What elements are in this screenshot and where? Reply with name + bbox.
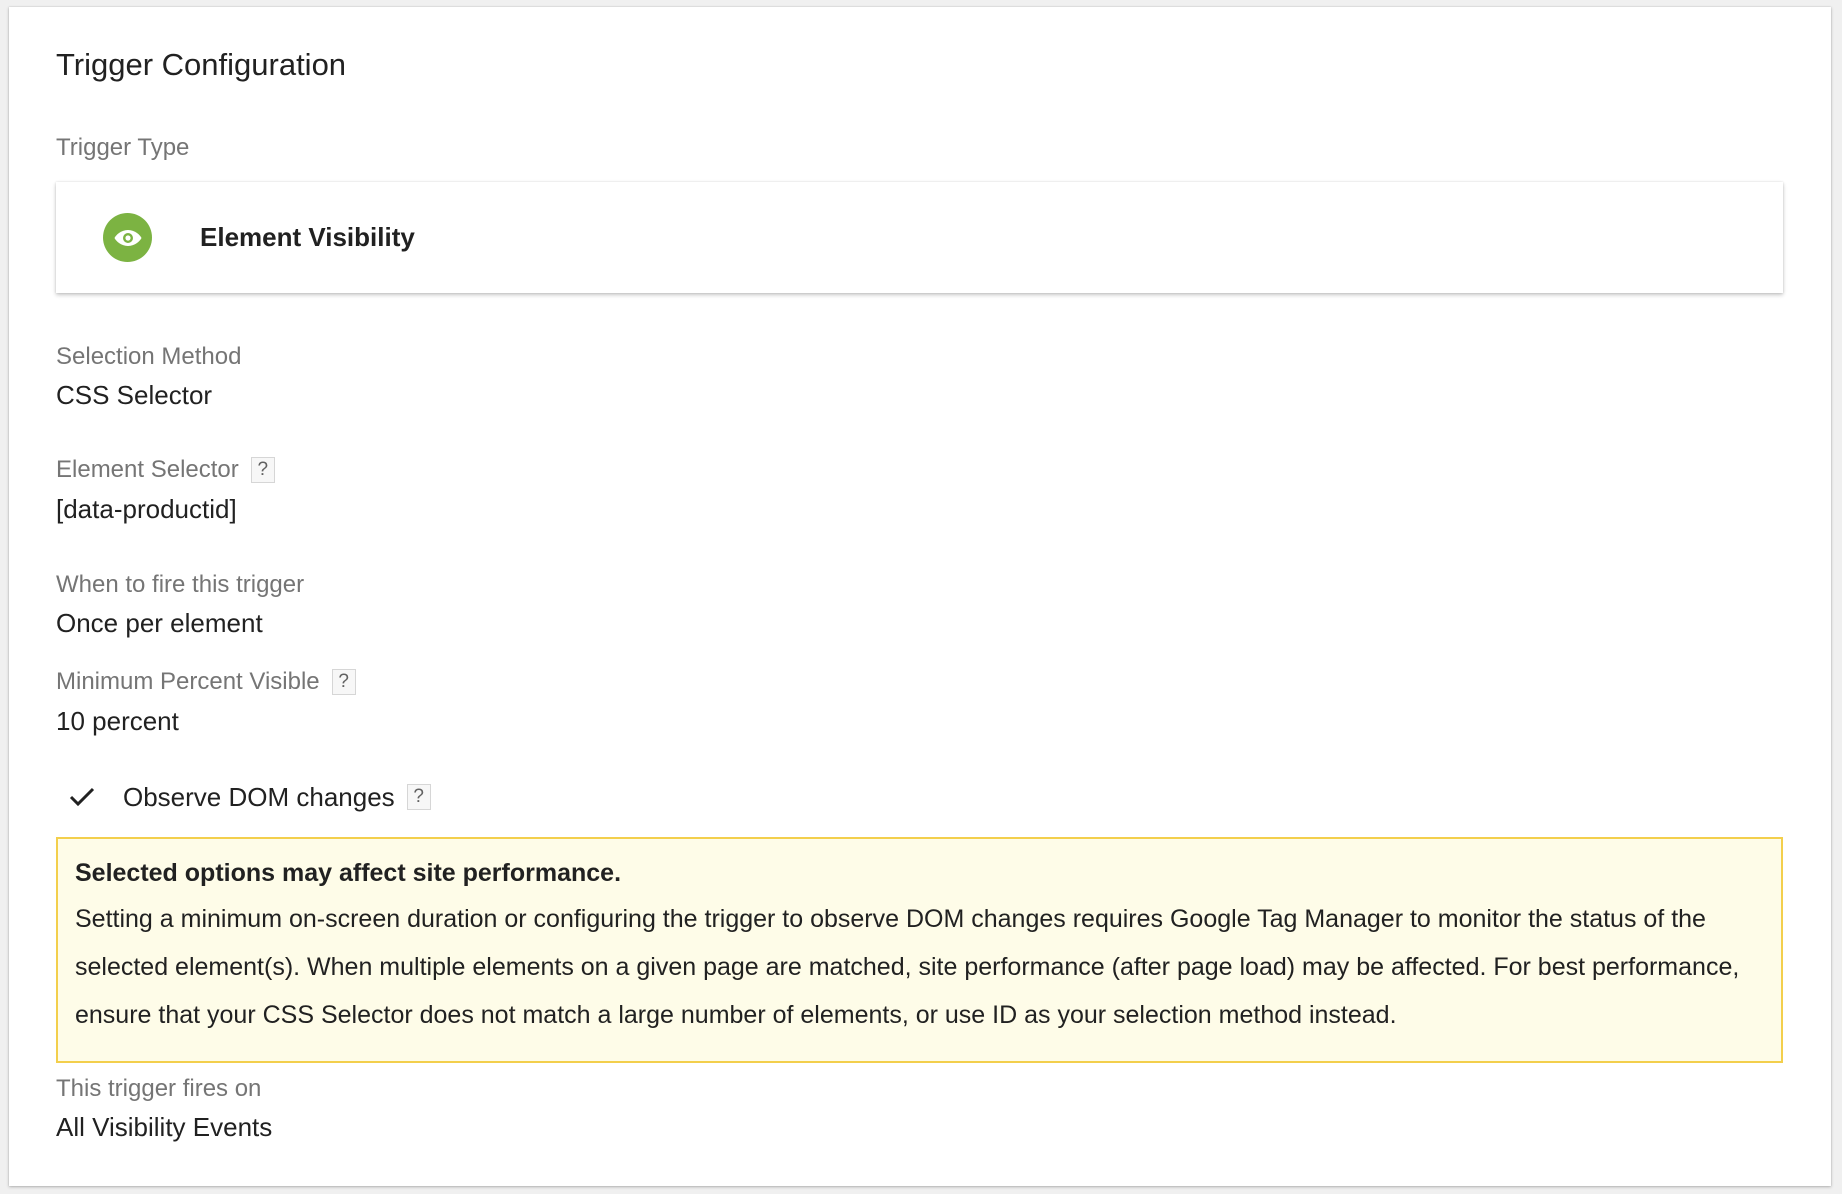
performance-warning: Selected options may affect site perform… (56, 837, 1783, 1063)
fires-on-label: This trigger fires on (56, 1075, 262, 1102)
element-selector-label: Element Selector (56, 456, 239, 483)
observe-dom-changes-checkbox[interactable]: Observe DOM changes ? (56, 777, 431, 817)
help-icon[interactable]: ? (250, 457, 275, 483)
trigger-configuration-card: Trigger Configuration Trigger Type Eleme… (9, 7, 1831, 1186)
element-selector-value[interactable]: [data-productid] (56, 494, 237, 525)
help-icon[interactable]: ? (406, 784, 431, 810)
eye-icon (103, 213, 152, 262)
fires-on-value[interactable]: All Visibility Events (56, 1112, 272, 1143)
help-icon[interactable]: ? (331, 669, 356, 695)
min-percent-visible-label: Minimum Percent Visible (56, 668, 320, 695)
min-percent-visible-value[interactable]: 10 percent (56, 706, 179, 737)
min-percent-visible-label-row: Minimum Percent Visible ? (56, 668, 356, 696)
observe-dom-changes-label: Observe DOM changes (123, 781, 395, 812)
warning-title: Selected options may affect site perform… (75, 859, 622, 887)
element-selector-label-row: Element Selector ? (56, 456, 275, 484)
warning-body: Setting a minimum on-screen duration or … (75, 905, 1740, 1029)
checkmark-icon[interactable] (56, 777, 108, 817)
trigger-type-selector[interactable]: Element Visibility (56, 182, 1783, 293)
page-title: Trigger Configuration (56, 47, 347, 82)
trigger-type-name: Element Visibility (200, 222, 415, 252)
when-to-fire-label: When to fire this trigger (56, 571, 305, 598)
trigger-type-label: Trigger Type (56, 134, 190, 161)
selection-method-label: Selection Method (56, 343, 242, 370)
selection-method-value[interactable]: CSS Selector (56, 380, 212, 411)
when-to-fire-value[interactable]: Once per element (56, 608, 263, 639)
